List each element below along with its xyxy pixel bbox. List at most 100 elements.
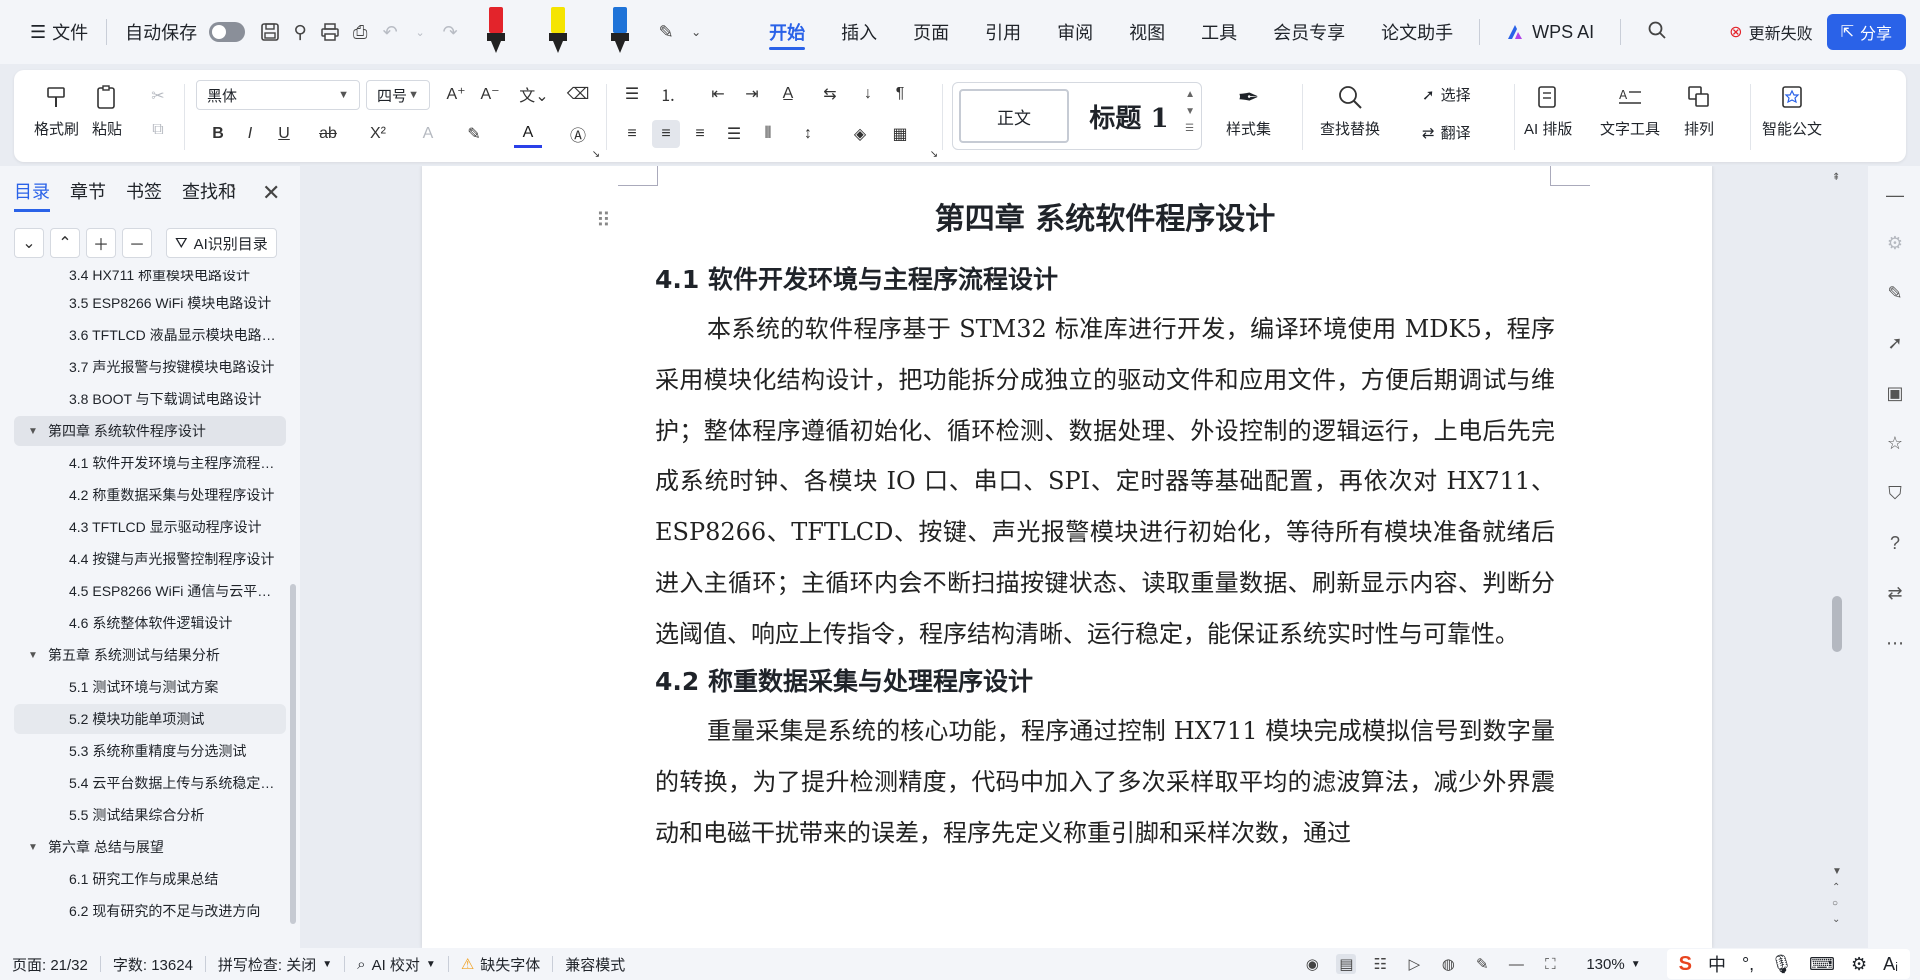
font-name-combo[interactable]: 黑体 ▼ [196,80,360,110]
cut-icon[interactable]: ✂ [144,82,172,110]
style-normal[interactable]: 正文 [959,89,1069,143]
missing-font-button[interactable]: ⚠ 缺失字体 [449,954,552,975]
next-page-icon[interactable]: ⌄ [1832,914,1840,925]
close-icon[interactable]: ✕ [262,180,280,206]
toc-item[interactable]: 5.5 测试结果综合分析 [14,800,286,830]
chevron-down-icon[interactable]: ⌄ [14,228,44,258]
select-button[interactable]: ➚ 选择 [1422,84,1471,105]
word-count[interactable]: 字数: 13624 [101,954,205,975]
chevron-down-icon[interactable]: ⌄ [685,21,707,43]
decrease-indent-icon[interactable]: ⇤ [704,80,732,108]
minimize-icon[interactable]: — [1884,184,1906,206]
microphone-icon[interactable]: 🎙 [1770,954,1793,975]
paragraph[interactable]: 重量采集是系统的核心功能，程序通过控制 HX711 模块完成模拟信号到数字量的转… [655,706,1555,858]
pen-icon[interactable]: ✎ [1472,954,1492,974]
toc-item[interactable]: 6.2 现有研究的不足与改进方向 [14,896,286,926]
text-effect-icon[interactable]: A [414,120,442,148]
tab-paper-assistant[interactable]: 论文助手 [1363,0,1471,64]
arrange-button[interactable]: 排列 [1684,82,1714,139]
outline-view-icon[interactable]: ☷ [1370,954,1390,974]
numbering-icon[interactable]: ⒈ [654,80,682,108]
toc-item[interactable]: 4.2 称重数据采集与处理程序设计 [14,480,286,510]
star-icon[interactable]: ☆ [1884,432,1906,454]
underline-icon[interactable]: U [270,120,298,148]
eye-icon[interactable]: ◉ [1302,954,1322,974]
toc-item[interactable]: 4.1 软件开发环境与主程序流程设计 [14,448,286,478]
styles-set-button[interactable]: ✒ 样式集 [1226,82,1271,139]
toc-item[interactable]: 3.8 BOOT 与下载调试电路设计 [14,384,286,414]
style-scroll[interactable]: ▲ ▼ ☰ [1185,89,1195,134]
toc-chapter[interactable]: ▼ 第四章 系统软件程序设计 [14,416,286,446]
pen-icon[interactable]: ✎ [1884,282,1906,304]
style-heading-1[interactable]: 标题 1 [1079,89,1179,143]
shrink-font-icon[interactable]: A⁻ [476,80,504,108]
red-marker-icon[interactable] [481,7,511,57]
text-tools-button[interactable]: A 文字工具 [1600,82,1660,139]
ai-toc-button[interactable]: ⛛ AI识别目录 [166,228,277,258]
copy-icon[interactable]: ⧉ [144,116,172,144]
toc-item[interactable]: 3.6 TFTLCD 液晶显示模块电路设计 [14,320,286,350]
document-page[interactable]: ⠿ 第四章 系统软件程序设计 4.1 软件开发环境与主程序流程设计 本系统的软件… [422,166,1712,948]
tab-sections[interactable]: 章节 [70,178,106,204]
tab-member[interactable]: 会员专享 [1255,0,1363,64]
toc-item[interactable]: 5.3 系统称重精度与分选测试 [14,736,286,766]
chevron-up-icon[interactable]: ▲ [1185,89,1195,100]
sort-icon[interactable]: ↓ [854,80,882,108]
help-icon[interactable]: ? [1884,532,1906,554]
toc-item[interactable]: 3.4 HX711 称重模块电路设计 [14,270,286,290]
paragraph[interactable]: 本系统的软件程序基于 STM32 标准库进行开发，编译环境使用 MDK5，程序采… [655,304,1555,660]
tab-bookmarks[interactable]: 书签 [126,178,162,204]
save-icon[interactable] [259,21,281,43]
page-indicator[interactable]: 页面: 21/32 [0,954,100,975]
smart-document-button[interactable]: 智能公文 [1762,82,1822,139]
phonetic-guide-icon[interactable]: 文⌄ [514,80,554,108]
zoom-level[interactable]: 130% ▼ [1574,956,1652,973]
scroll-top-icon[interactable]: ⇞ [1832,172,1840,183]
tab-home[interactable]: 开始 [751,0,823,64]
toc-item[interactable]: 4.3 TFTLCD 显示驱动程序设计 [14,512,286,542]
autosave-toggle[interactable]: 自动保存 [115,0,255,64]
toc-item[interactable]: 3.7 声光报警与按键模块电路设计 [14,352,286,382]
justify-icon[interactable]: ☰ [720,120,748,148]
drag-handle-icon[interactable]: ⠿ [596,208,611,233]
section-heading[interactable]: 4.2 称重数据采集与处理程序设计 [655,662,1033,698]
tab-review[interactable]: 审阅 [1039,0,1111,64]
play-icon[interactable]: ▷ [1404,954,1424,974]
cursor-icon[interactable]: ➚ [1884,332,1906,354]
chevron-right-icon[interactable]: › [230,178,236,199]
skin-icon[interactable]: ⚙ [1851,954,1867,975]
borders-icon[interactable]: ▦ [886,120,914,148]
keyboard-icon[interactable]: ⌨ [1809,954,1835,975]
update-failed-button[interactable]: ⊗ 更新失败 [1729,20,1812,44]
fit-icon[interactable]: ⛶ [1540,954,1560,974]
spell-check-button[interactable]: 拼写检查: 关闭 ▼ [206,954,344,975]
toc-item[interactable]: 5.4 云平台数据上传与系统稳定性测试 [14,768,286,798]
shading-icon[interactable]: ◈ [846,120,874,148]
toc-item[interactable]: 5.2 模块功能单项测试 [14,704,286,734]
tab-toc[interactable]: 目录 [14,178,50,212]
image-icon[interactable]: ▣ [1884,382,1906,404]
chevron-down-icon[interactable]: ▼ [1185,106,1195,117]
collapse-triangle-icon[interactable]: ▼ [28,650,48,661]
highlight-icon[interactable]: ✎ [460,120,488,148]
undo-icon[interactable]: ↶ [379,21,401,43]
paragraph-dialog-icon[interactable]: ↘ [920,140,948,168]
translate-icon[interactable]: ⇄ [1884,582,1906,604]
ai-proofread-button[interactable]: ⌕ AI 校对 ▼ [345,954,448,975]
find-replace-button[interactable]: 查找替换 [1320,82,1380,139]
bullets-icon[interactable]: ☰ [618,80,646,108]
line-spacing-icon[interactable]: ↕ [794,120,822,148]
yellow-marker-icon[interactable] [543,7,573,57]
search-button[interactable] [1629,0,1685,64]
tab-page[interactable]: 页面 [895,0,967,64]
document-scrollbar[interactable]: ⇞ ▼ ⌃ ○ ⌄ [1832,166,1860,948]
expand-icon[interactable]: ☰ [1185,123,1195,134]
increase-indent-icon[interactable]: ⇥ [738,80,766,108]
toc-chapter[interactable]: ▼ 第六章 总结与展望 [14,832,286,862]
adjust-icon[interactable]: ⚙ [1884,232,1906,254]
tab-tools[interactable]: 工具 [1183,0,1255,64]
punctuation-icon[interactable]: °, [1742,954,1754,975]
toc-item[interactable]: 6.1 研究工作与成果总结 [14,864,286,894]
bold-icon[interactable]: B [204,120,232,148]
toc-item[interactable]: 4.4 按键与声光报警控制程序设计 [14,544,286,574]
